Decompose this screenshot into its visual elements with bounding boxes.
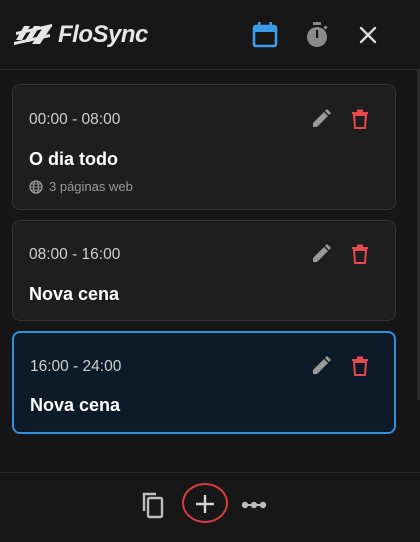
header: FloSync bbox=[0, 0, 420, 70]
stopwatch-icon bbox=[307, 22, 328, 47]
more-options-button[interactable] bbox=[240, 495, 268, 515]
scene-time: 00:00 - 08:00 bbox=[29, 111, 121, 128]
scene-title: Nova cena bbox=[29, 284, 120, 304]
trash-icon bbox=[352, 109, 368, 129]
calendar-button[interactable] bbox=[250, 20, 280, 50]
delete-button[interactable] bbox=[347, 106, 373, 132]
calendar-icon bbox=[252, 22, 278, 48]
delete-button[interactable] bbox=[347, 241, 373, 267]
scene-subtitle: 3 páginas web bbox=[29, 179, 133, 194]
logo: FloSync bbox=[14, 18, 148, 52]
close-button[interactable] bbox=[353, 20, 383, 50]
scene-card[interactable]: 08:00 - 16:00 Nova cena bbox=[12, 220, 396, 321]
scene-card-selected[interactable]: 16:00 - 24:00 Nova cena bbox=[12, 331, 396, 434]
pencil-icon bbox=[313, 109, 331, 127]
scene-title: Nova cena bbox=[30, 395, 121, 415]
scene-time: 16:00 - 24:00 bbox=[30, 358, 122, 375]
brand-name: FloSync bbox=[58, 21, 148, 48]
stopwatch-button[interactable] bbox=[302, 20, 332, 50]
delete-button[interactable] bbox=[347, 353, 373, 379]
scene-title: O dia todo bbox=[29, 149, 118, 169]
globe-icon bbox=[29, 179, 43, 194]
scene-time: 08:00 - 16:00 bbox=[29, 246, 121, 263]
trash-icon bbox=[352, 356, 368, 376]
edit-button[interactable] bbox=[308, 353, 334, 379]
pencil-icon bbox=[313, 356, 331, 374]
scene-subtitle-text: 3 páginas web bbox=[49, 179, 133, 194]
scene-card[interactable]: 00:00 - 08:00 O dia todo 3 páginas web bbox=[12, 84, 396, 210]
pencil-icon bbox=[313, 244, 331, 262]
plus-icon bbox=[196, 495, 214, 513]
add-scene-button[interactable] bbox=[190, 490, 220, 518]
copy-icon bbox=[142, 492, 164, 519]
flosync-logo-icon bbox=[14, 24, 52, 45]
flosync-app: FloSync 00:00 - 08:00 O dia todo 3 págin… bbox=[0, 0, 420, 542]
edit-button[interactable] bbox=[308, 106, 334, 132]
more-icon bbox=[241, 501, 267, 509]
scene-list: 00:00 - 08:00 O dia todo 3 páginas web 0… bbox=[12, 84, 396, 444]
duplicate-button[interactable] bbox=[138, 490, 166, 520]
edit-button[interactable] bbox=[308, 241, 334, 267]
close-icon bbox=[359, 26, 377, 44]
trash-icon bbox=[352, 244, 368, 264]
